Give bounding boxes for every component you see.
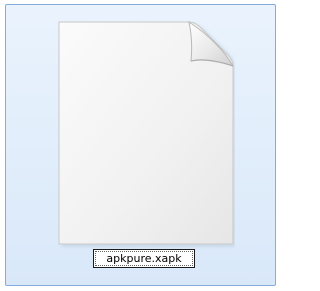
file-name-label[interactable]: apkpure.xapk [93, 249, 195, 268]
file-item-selected[interactable]: apkpure.xapk [5, 4, 276, 286]
blank-document-icon [58, 21, 235, 247]
